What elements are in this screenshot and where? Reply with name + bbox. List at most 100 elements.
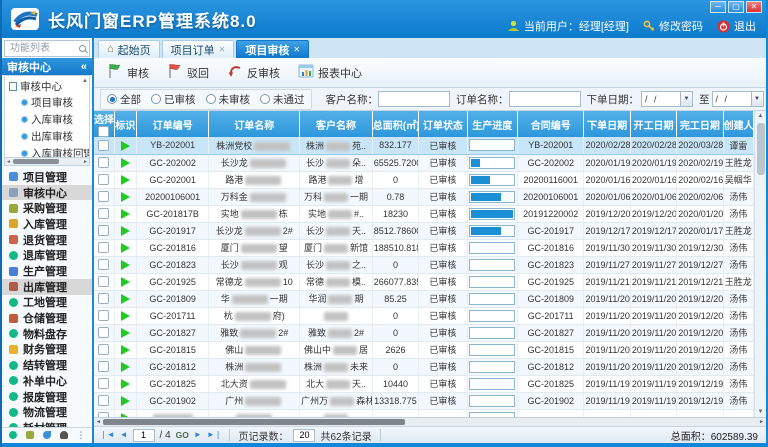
- function-search-input[interactable]: [8, 42, 79, 55]
- row-checkbox[interactable]: [98, 310, 109, 321]
- row-checkbox[interactable]: [98, 395, 109, 406]
- first-page-button[interactable]: ❘◄: [100, 431, 115, 439]
- calendar-dropdown-icon[interactable]: ▼: [680, 92, 692, 106]
- column-header-合同编号[interactable]: 合同编号: [517, 111, 584, 137]
- toolbar-button-审核[interactable]: 审核: [102, 59, 158, 86]
- toolbar-button-反审核[interactable]: 反审核: [222, 59, 289, 86]
- column-header-选择[interactable]: 选择: [94, 111, 114, 137]
- calendar-dropdown-icon[interactable]: ▼: [751, 92, 763, 106]
- table-row[interactable]: GC-201809华一期华润期85.25已审核GC-2018092019/11/…: [94, 290, 754, 307]
- go-button[interactable]: GO: [176, 430, 189, 440]
- vertical-scrollbar[interactable]: ▲ ▼: [754, 111, 766, 417]
- column-header-完工日期[interactable]: 完工日期: [677, 111, 723, 137]
- table-row[interactable]: GC-201815佛山佛山中居2626已审核GC-2018152019/11/2…: [94, 341, 754, 358]
- row-checkbox[interactable]: [98, 327, 109, 338]
- page-number-input[interactable]: [133, 429, 155, 442]
- row-checkbox[interactable]: [98, 344, 109, 355]
- row-checkbox[interactable]: [98, 140, 109, 151]
- tree-scroll-down-icon[interactable]: ▼: [82, 149, 88, 155]
- table-row[interactable]: 20200106001万科金万科一期0.78已审核202001060012020…: [94, 188, 754, 205]
- sidebar-item-报废管理[interactable]: 报废管理: [2, 389, 92, 405]
- sidebar-item-财务管理[interactable]: 财务管理: [2, 342, 92, 358]
- row-checkbox[interactable]: [98, 191, 109, 202]
- table-row[interactable]: [94, 409, 754, 418]
- sidebar-item-生产管理[interactable]: 生产管理: [2, 263, 92, 279]
- table-row[interactable]: YB-202001株洲党校株洲苑..832.177已审核YB-202001202…: [94, 137, 754, 154]
- row-checkbox[interactable]: [98, 242, 109, 253]
- scroll-left-icon[interactable]: ◄: [6, 158, 11, 166]
- radio-未通过[interactable]: 未通过: [260, 92, 305, 107]
- scrollbar-thumb[interactable]: [13, 159, 59, 164]
- scroll-up-icon[interactable]: ▲: [755, 113, 766, 119]
- radio-已审核[interactable]: 已审核: [151, 92, 196, 107]
- customer-name-input[interactable]: [378, 91, 450, 107]
- collapse-panel-icon[interactable]: «: [81, 61, 87, 73]
- sidebar-item-采购管理[interactable]: 采购管理: [2, 200, 92, 216]
- page-size-input[interactable]: [293, 429, 315, 442]
- minimize-button[interactable]: ─: [710, 1, 726, 13]
- dot-teal-icon[interactable]: [9, 431, 17, 439]
- tree-root-item[interactable]: 审核中心: [9, 79, 81, 94]
- tab-起始页[interactable]: ⌂起始页: [98, 40, 160, 58]
- table-row[interactable]: GC-201827雅致2#雅致2#0已审核GC-2018272019/11/20…: [94, 324, 754, 341]
- scrollbar-thumb[interactable]: [757, 123, 765, 175]
- table-row[interactable]: GC-202002长沙龙长沙朵..65525.7200..已审核GC-20200…: [94, 154, 754, 171]
- sidebar-item-退货管理[interactable]: 退货管理: [2, 232, 92, 248]
- column-header-标识[interactable]: 标识: [114, 111, 136, 137]
- column-header-下单日期[interactable]: 下单日期: [584, 111, 630, 137]
- scroll-right-icon[interactable]: ►: [759, 418, 764, 427]
- sidebar-item-物流管理[interactable]: 物流管理: [2, 404, 92, 420]
- sidebar-item-审核中心[interactable]: 审核中心: [2, 185, 92, 201]
- person-dark-icon[interactable]: [60, 431, 68, 439]
- order-name-input[interactable]: [509, 91, 581, 107]
- row-checkbox[interactable]: [98, 208, 109, 219]
- column-header-订单编号[interactable]: 订单编号: [136, 111, 209, 137]
- horizontal-scrollbar[interactable]: ◄ ►: [94, 418, 766, 427]
- scroll-left-icon[interactable]: ◄: [96, 418, 101, 427]
- sidebar-item-出库管理[interactable]: 出库管理: [2, 279, 92, 295]
- logout-button[interactable]: 退出: [717, 18, 756, 34]
- row-checkbox[interactable]: [98, 378, 109, 389]
- table-row[interactable]: GC-201812株洲株洲未来0已审核GC-2018122019/11/2020…: [94, 358, 754, 375]
- select-all-checkbox[interactable]: [98, 126, 109, 137]
- column-header-开工日期[interactable]: 开工日期: [630, 111, 676, 137]
- table-row[interactable]: GC-201816厦门望厦门新馆188510.818已审核GC-20181620…: [94, 239, 754, 256]
- table-row[interactable]: GC-201711杭府)0已审核GC-2017112019/11/202019/…: [94, 307, 754, 324]
- close-button[interactable]: ✕: [746, 1, 762, 13]
- last-page-button[interactable]: ►❘: [207, 431, 222, 439]
- table-row[interactable]: GC-201917长沙龙2#长沙天..8512.78600..已审核GC-201…: [94, 222, 754, 239]
- order-date-to-input[interactable]: / /▼: [712, 91, 764, 107]
- radio-全部[interactable]: 全部: [107, 92, 141, 107]
- tree-item-入库审核[interactable]: 入库审核: [9, 111, 81, 128]
- table-row[interactable]: GC-201823长沙观长沙之..0已审核GC-2018232019/11/27…: [94, 256, 754, 273]
- toolbar-button-驳回[interactable]: 驳回: [162, 59, 218, 86]
- sidebar-item-退库管理[interactable]: 退库管理: [2, 248, 92, 264]
- more-icon[interactable]: ⋮: [77, 431, 86, 440]
- scroll-down-icon[interactable]: ▼: [755, 409, 766, 415]
- table-row[interactable]: GC-201825北大资北大天..10440已审核GC-2018252019/1…: [94, 375, 754, 392]
- prev-page-button[interactable]: ◄: [120, 431, 128, 439]
- scrollbar-thumb[interactable]: [103, 419, 405, 425]
- table-row[interactable]: GC-202001路港路港增0已审核202001160012020/01/162…: [94, 171, 754, 188]
- scroll-right-icon[interactable]: ►: [83, 158, 88, 166]
- sidebar-item-耗材管理[interactable]: 耗材管理: [2, 420, 92, 427]
- sidebar-item-补单中心[interactable]: 补单中心: [2, 373, 92, 389]
- row-checkbox[interactable]: [98, 293, 109, 304]
- sidebar-item-项目管理[interactable]: 项目管理: [2, 169, 92, 185]
- column-header-生产进度[interactable]: 生产进度: [467, 111, 517, 137]
- tab-项目审核[interactable]: 项目审核✕: [236, 40, 309, 58]
- radio-未审核[interactable]: 未审核: [206, 92, 251, 107]
- change-password-button[interactable]: 修改密码: [643, 18, 703, 34]
- column-header-客户名称[interactable]: 客户名称: [300, 111, 373, 137]
- sidebar-item-结转管理[interactable]: 结转管理: [2, 357, 92, 373]
- row-checkbox[interactable]: [98, 361, 109, 372]
- function-search-box[interactable]: [4, 40, 90, 57]
- column-header-订单状态[interactable]: 订单状态: [419, 111, 467, 137]
- tab-close-icon[interactable]: ✕: [219, 45, 226, 54]
- next-page-button[interactable]: ►: [194, 431, 202, 439]
- table-row[interactable]: GC-201925常德龙10常德模..266077.835..已审核GC-201…: [94, 273, 754, 290]
- tree-item-入库审核回退[interactable]: 入库审核回退: [9, 145, 81, 158]
- tree-scroll-up-icon[interactable]: ▲: [82, 78, 88, 84]
- row-checkbox[interactable]: [98, 174, 109, 185]
- row-checkbox[interactable]: [98, 259, 109, 270]
